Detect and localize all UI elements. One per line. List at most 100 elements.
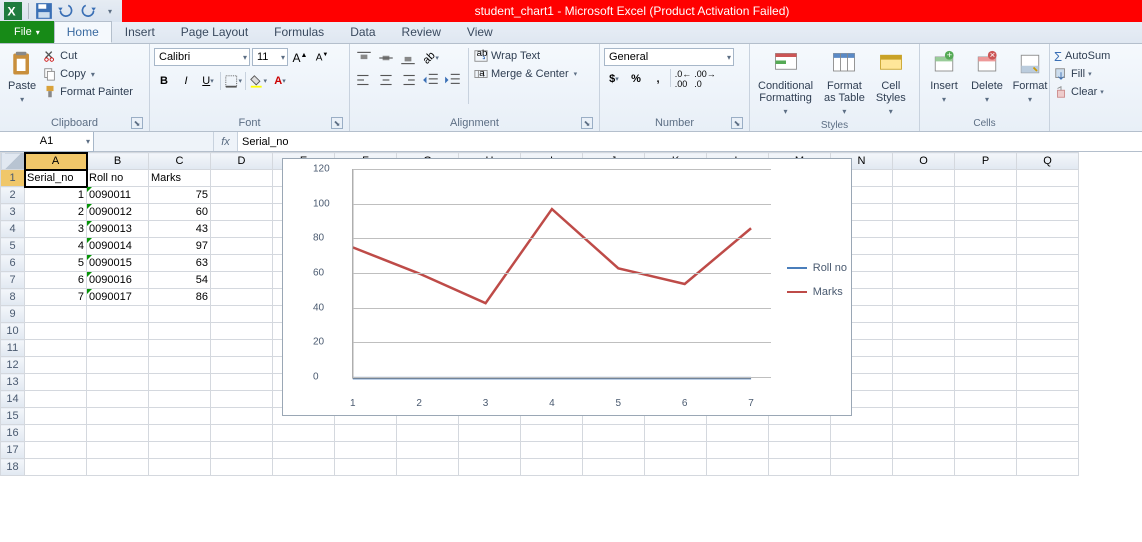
cell[interactable] [211, 289, 273, 306]
column-header[interactable]: O [893, 153, 955, 170]
cell[interactable]: 54 [149, 272, 211, 289]
cell[interactable] [893, 323, 955, 340]
cell[interactable] [211, 187, 273, 204]
save-icon[interactable] [35, 2, 53, 20]
align-top-icon[interactable] [354, 48, 374, 68]
format-painter-button[interactable]: Format Painter [43, 84, 133, 100]
cell[interactable] [25, 306, 87, 323]
autosum-button[interactable]: ΣAutoSum [1054, 48, 1110, 64]
cell[interactable] [459, 442, 521, 459]
cell[interactable]: 0090017 [87, 289, 149, 306]
paste-button[interactable]: Paste ▾ [4, 48, 40, 108]
cell[interactable] [955, 357, 1017, 374]
number-format-select[interactable]: General [604, 48, 734, 66]
cell[interactable] [273, 425, 335, 442]
cell[interactable] [955, 289, 1017, 306]
cell[interactable] [955, 459, 1017, 476]
cell[interactable] [893, 306, 955, 323]
cell[interactable] [831, 425, 893, 442]
row-header[interactable]: 2 [1, 187, 25, 204]
cell[interactable] [1017, 187, 1079, 204]
italic-button[interactable]: I [176, 71, 196, 91]
cell[interactable]: Marks [149, 170, 211, 187]
merge-center-button[interactable]: aMerge & Center▾ [474, 66, 577, 82]
font-launcher[interactable]: ⬊ [331, 117, 343, 129]
cell[interactable] [211, 357, 273, 374]
format-as-table-button[interactable]: Format as Table▾ [820, 48, 869, 120]
orientation-icon[interactable]: ab▾ [421, 48, 441, 68]
column-header[interactable]: C [149, 153, 211, 170]
cell[interactable] [955, 238, 1017, 255]
font-color-button[interactable]: A▾ [270, 71, 290, 91]
cell[interactable] [87, 408, 149, 425]
cell[interactable] [211, 204, 273, 221]
cell-styles-button[interactable]: Cell Styles▾ [872, 48, 910, 120]
cell[interactable] [1017, 272, 1079, 289]
tab-home[interactable]: Home [54, 21, 112, 43]
cell[interactable] [769, 459, 831, 476]
cell[interactable] [893, 391, 955, 408]
row-header[interactable]: 18 [1, 459, 25, 476]
alignment-launcher[interactable]: ⬊ [581, 117, 593, 129]
clipboard-launcher[interactable]: ⬊ [131, 117, 143, 129]
cell[interactable] [1017, 170, 1079, 187]
comma-icon[interactable]: , [648, 69, 668, 89]
border-button[interactable]: ▾ [223, 71, 243, 91]
align-bottom-icon[interactable] [398, 48, 418, 68]
cell[interactable] [893, 255, 955, 272]
cell[interactable] [149, 459, 211, 476]
increase-indent-icon[interactable] [443, 70, 463, 90]
cell[interactable] [893, 289, 955, 306]
cell[interactable] [893, 170, 955, 187]
cell[interactable] [397, 459, 459, 476]
cell[interactable] [955, 425, 1017, 442]
cell[interactable] [831, 459, 893, 476]
cell[interactable] [893, 238, 955, 255]
cell[interactable] [645, 425, 707, 442]
cell[interactable] [87, 374, 149, 391]
align-middle-icon[interactable] [376, 48, 396, 68]
cell[interactable] [87, 357, 149, 374]
cell[interactable] [397, 425, 459, 442]
cell[interactable] [335, 442, 397, 459]
tab-file[interactable]: File▾ [0, 21, 54, 43]
cell[interactable] [955, 340, 1017, 357]
cell[interactable] [645, 442, 707, 459]
cell[interactable] [955, 272, 1017, 289]
cell[interactable] [25, 459, 87, 476]
row-header[interactable]: 4 [1, 221, 25, 238]
cell[interactable] [707, 425, 769, 442]
cell[interactable] [955, 323, 1017, 340]
cell[interactable] [273, 459, 335, 476]
cell[interactable] [211, 323, 273, 340]
cell[interactable] [335, 459, 397, 476]
tab-insert[interactable]: Insert [112, 21, 168, 43]
cell[interactable] [893, 272, 955, 289]
cell[interactable] [149, 391, 211, 408]
cell[interactable] [1017, 357, 1079, 374]
cell[interactable] [583, 459, 645, 476]
wrap-text-button[interactable]: abWrap Text [474, 48, 577, 64]
conditional-formatting-button[interactable]: Conditional Formatting▾ [754, 48, 817, 120]
row-header[interactable]: 7 [1, 272, 25, 289]
row-header[interactable]: 5 [1, 238, 25, 255]
cell[interactable]: 86 [149, 289, 211, 306]
cell[interactable]: 4 [25, 238, 87, 255]
cell[interactable] [211, 408, 273, 425]
row-header[interactable]: 9 [1, 306, 25, 323]
row-header[interactable]: 16 [1, 425, 25, 442]
bold-button[interactable]: B [154, 71, 174, 91]
row-header[interactable]: 11 [1, 340, 25, 357]
delete-cells-button[interactable]: ×Delete▾ [967, 48, 1007, 108]
cell[interactable]: 0090014 [87, 238, 149, 255]
cell[interactable] [25, 374, 87, 391]
decrease-decimal-icon[interactable]: .00→.0 [695, 69, 715, 89]
cell[interactable] [955, 442, 1017, 459]
cell[interactable]: 7 [25, 289, 87, 306]
cell[interactable]: 5 [25, 255, 87, 272]
cell[interactable] [1017, 204, 1079, 221]
cell[interactable] [955, 187, 1017, 204]
cell[interactable] [25, 408, 87, 425]
format-cells-button[interactable]: Format▾ [1010, 48, 1050, 108]
column-header[interactable]: D [211, 153, 273, 170]
